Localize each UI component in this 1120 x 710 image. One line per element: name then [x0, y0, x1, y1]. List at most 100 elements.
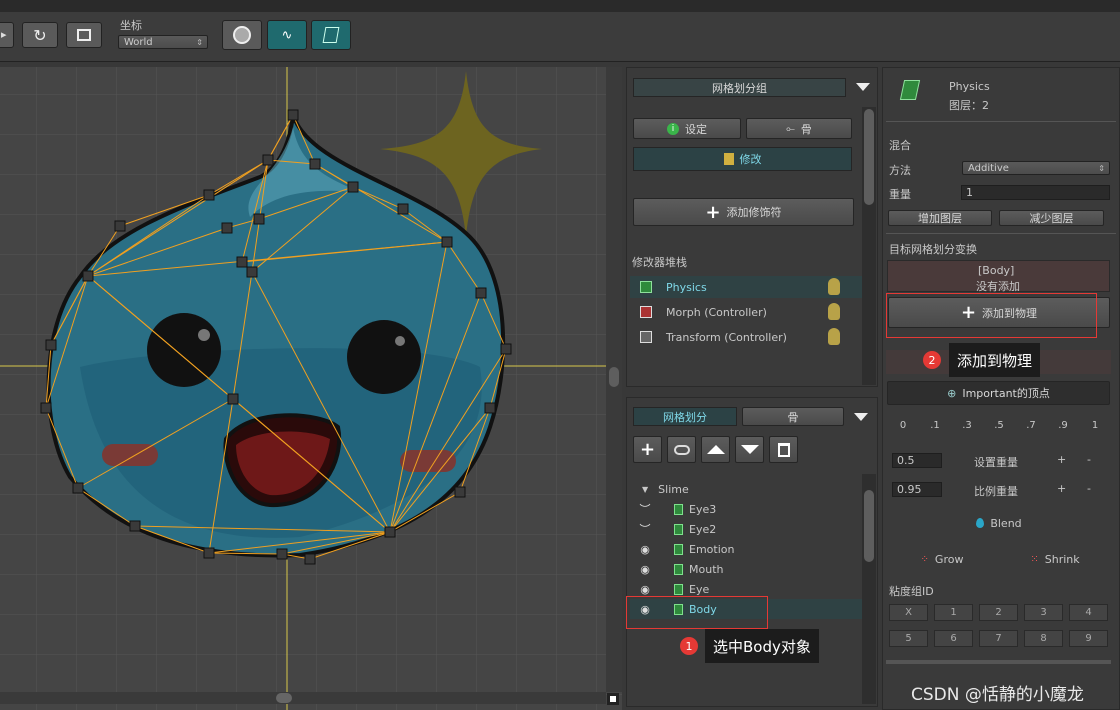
bulb-icon[interactable]	[828, 328, 840, 345]
eye-closed-icon[interactable]: ︶	[636, 501, 654, 517]
add-modifier-button[interactable]: + 添加修饰符	[633, 198, 854, 226]
tab-mesh[interactable]: 网格划分	[633, 407, 737, 426]
arrow-down-icon	[740, 445, 759, 454]
move-tool-button[interactable]: ▸	[0, 22, 14, 48]
reduce-layer-button[interactable]: 减少图层	[999, 210, 1104, 226]
viewport-vscrollbar[interactable]	[606, 67, 622, 692]
modifier-label-morph[interactable]: Morph (Controller)	[640, 306, 767, 319]
mesh-list-scrollbar[interactable]	[862, 474, 876, 704]
grow-icon: ⁘	[920, 553, 929, 565]
list-item[interactable]: ◉ Emotion	[636, 539, 862, 559]
sticky-id-button[interactable]: 8	[1024, 630, 1063, 647]
tab-setting[interactable]: i 设定	[633, 118, 741, 139]
bulb-icon[interactable]	[828, 278, 840, 295]
weight-preset[interactable]: .1	[921, 414, 949, 436]
ratio-weight-field[interactable]: 0.95	[892, 482, 942, 497]
sticky-id-button[interactable]: 9	[1069, 630, 1108, 647]
tab-bone[interactable]: ⟜ 骨	[746, 118, 852, 139]
physics-toggle-button[interactable]	[311, 20, 351, 50]
move-up-button[interactable]	[701, 436, 730, 463]
arrow-up-icon	[706, 445, 725, 454]
tree-root-slime[interactable]: ▼ Slime	[636, 479, 862, 499]
onion-toggle-button[interactable]	[222, 20, 262, 50]
sticky-id-button[interactable]: X	[889, 604, 928, 621]
weight-preset[interactable]: .5	[985, 414, 1013, 436]
sticky-id-button[interactable]: 7	[979, 630, 1018, 647]
tab-modify[interactable]: 修改	[633, 147, 852, 171]
blend-button[interactable]: Blend	[888, 511, 1110, 535]
eye-icon[interactable]: ◉	[636, 543, 654, 556]
sticky-id-button[interactable]: 2	[979, 604, 1018, 621]
modifier-title: Physics	[949, 80, 990, 93]
layer-button[interactable]	[667, 436, 696, 463]
eye-icon[interactable]: ◉	[636, 563, 654, 576]
method-dropdown[interactable]: Additive ⇕	[962, 161, 1110, 175]
rotate-icon: ↻	[33, 25, 47, 45]
set-weight-minus-button[interactable]: -	[1087, 453, 1091, 466]
mesh-icon	[674, 583, 683, 595]
coord-label: 坐标	[120, 19, 142, 32]
grow-button[interactable]: ⁘ Grow	[888, 547, 996, 571]
coord-dropdown[interactable]: World ⇕	[118, 35, 208, 49]
set-weight-field[interactable]: 0.5	[892, 453, 942, 468]
set-weight-plus-button[interactable]: +	[1057, 453, 1066, 466]
target-name: [Body]	[978, 264, 1015, 277]
plus-icon: +	[639, 439, 656, 460]
list-item[interactable]: ◉ Mouth	[636, 559, 862, 579]
weight-preset[interactable]: .7	[1017, 414, 1045, 436]
viewport-hscrollbar[interactable]	[0, 692, 606, 704]
rotate-tool-button[interactable]: ↻	[22, 22, 58, 48]
mesh-panel-collapse-icon[interactable]	[854, 413, 868, 421]
mesh-group-collapse-icon[interactable]	[856, 83, 870, 91]
important-vertex-button[interactable]: ⊕ Important的顶点	[887, 381, 1110, 405]
blend-label: 混合	[889, 139, 911, 152]
ratio-weight-minus-button[interactable]: -	[1087, 482, 1091, 495]
weight-preset[interactable]: .3	[953, 414, 981, 436]
mesh-icon	[674, 503, 683, 515]
add-mesh-button[interactable]: +	[633, 436, 662, 463]
ratio-weight-label: 比例重量	[974, 485, 1018, 498]
weight-preset[interactable]: 1	[1081, 414, 1109, 436]
modifier-layer: 图层：2	[949, 99, 989, 112]
weight-preset[interactable]: 0	[889, 414, 917, 436]
ratio-weight-plus-button[interactable]: +	[1057, 482, 1066, 495]
tab-mesh-bone[interactable]: 骨	[742, 407, 844, 426]
sticky-id-button[interactable]: 1	[934, 604, 973, 621]
step-callout-2: 添加到物理	[949, 343, 1041, 377]
target-status: 没有添加	[976, 280, 1020, 293]
step-badge-1: 1	[680, 637, 698, 655]
weight-preset[interactable]: .9	[1049, 414, 1077, 436]
sticky-id-button[interactable]: 4	[1069, 604, 1108, 621]
sticky-id-button[interactable]: 5	[889, 630, 928, 647]
eye-closed-icon[interactable]: ︶	[636, 521, 654, 537]
trash-icon	[777, 442, 790, 457]
list-item[interactable]: ︶ Eye3	[636, 499, 862, 519]
layer-icon	[673, 444, 690, 455]
eye-icon[interactable]: ◉	[636, 583, 654, 596]
scene-viewport[interactable]	[0, 67, 622, 710]
modify-icon	[723, 153, 734, 165]
target-icon: ⊕	[947, 386, 957, 400]
transform-icon	[640, 331, 652, 343]
sticky-group-label: 粘度组ID	[889, 585, 934, 598]
add-physics-highlight-box	[886, 293, 1097, 338]
set-weight-label: 设置重量	[974, 456, 1018, 469]
modifier-stack-title: 修改器堆栈	[632, 256, 687, 269]
physics-icon	[640, 281, 652, 293]
sticky-id-button[interactable]: 6	[934, 630, 973, 647]
bulb-icon[interactable]	[828, 303, 840, 320]
weight-field[interactable]: 1	[961, 185, 1110, 200]
mesh-group-header[interactable]: 网格划分组	[633, 78, 846, 97]
mesh-group-scrollbar[interactable]	[862, 107, 876, 385]
delete-button[interactable]	[769, 436, 798, 463]
bone-toggle-button[interactable]: ∿	[267, 20, 307, 50]
info-icon: i	[667, 122, 679, 135]
move-down-button[interactable]	[735, 436, 764, 463]
add-layer-button[interactable]: 增加图层	[888, 210, 992, 226]
sticky-id-button[interactable]: 3	[1024, 604, 1063, 621]
shrink-button[interactable]: ⁙ Shrink	[1000, 547, 1110, 571]
list-item[interactable]: ︶ Eye2	[636, 519, 862, 539]
scale-tool-button[interactable]	[66, 22, 102, 48]
modifier-label-transform[interactable]: Transform (Controller)	[640, 331, 787, 344]
bone-icon: ∿	[281, 27, 293, 43]
